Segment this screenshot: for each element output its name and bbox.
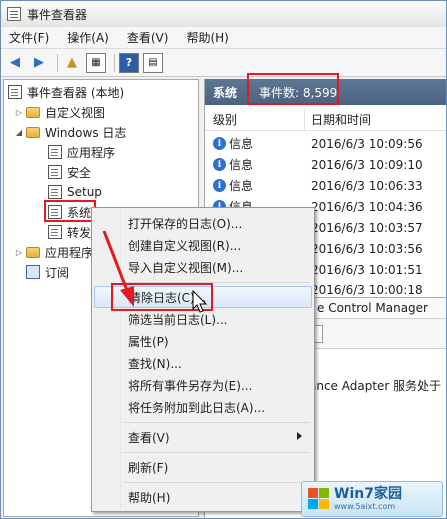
tree-item-label: 事件查看器 (本地): [27, 85, 125, 100]
tree-item-label: 安全: [67, 165, 92, 180]
folder-icon: [26, 106, 40, 118]
menu-item-save-all-events[interactable]: 将所有事件另存为(E)...: [94, 374, 312, 396]
menu-item-help[interactable]: 帮助(H): [94, 486, 312, 508]
folder-icon: [26, 126, 40, 138]
system-log-highlight: [44, 200, 96, 222]
expand-triangle-icon[interactable]: ▷: [14, 248, 24, 257]
event-count-highlight: [247, 73, 339, 105]
menu-separator: [124, 482, 310, 483]
event-datetime: 2016/6/3 10:00:18: [311, 282, 423, 297]
panel-title: 系统: [213, 85, 238, 100]
event-level: 信息: [229, 137, 254, 151]
help-icon[interactable]: ?: [119, 52, 139, 73]
tree-item-custom-views[interactable]: ▷ 自定义视图: [14, 102, 105, 122]
context-menu: 打开保存的日志(O)... 创建自定义视图(R)... 导入自定义视图(M)..…: [91, 207, 315, 512]
expand-triangle-icon[interactable]: ▷: [14, 108, 24, 117]
subscriptions-icon: [26, 265, 40, 279]
tree-item-label: 自定义视图: [45, 105, 106, 120]
event-description: ance Adapter 服务处于: [309, 379, 442, 393]
event-source: e Control Manager: [317, 301, 428, 315]
menu-item-refresh[interactable]: 刷新(F): [94, 456, 312, 478]
window-title: 事件查看器: [27, 7, 88, 22]
watermark-text: Win7家园 www.5aixt.com: [334, 485, 402, 512]
windows-logo-icon: [308, 488, 330, 510]
tree-item-subscriptions[interactable]: 订阅: [26, 262, 69, 282]
tree-item-label: 转发: [67, 225, 92, 240]
event-level: 信息: [229, 158, 254, 172]
log-icon: [48, 165, 62, 179]
watermark-url: www.5aixt.com: [334, 501, 396, 511]
column-datetime[interactable]: 日期和时间: [305, 111, 371, 128]
menu-item-view[interactable]: 查看(V): [94, 426, 312, 448]
show-action-pane-icon[interactable]: ▤: [143, 52, 163, 73]
menu-item-find[interactable]: 查找(N)...: [94, 352, 312, 374]
menu-item-open-saved-log[interactable]: 打开保存的日志(O)...: [94, 212, 312, 234]
info-icon: i: [213, 158, 226, 171]
menu-item-create-custom-view[interactable]: 创建自定义视图(R)...: [94, 234, 312, 256]
menu-item-import-custom-view[interactable]: 导入自定义视图(M)...: [94, 256, 312, 278]
menu-separator: [124, 452, 310, 453]
event-viewer-icon: [8, 85, 22, 99]
clear-log-highlight: [111, 283, 213, 311]
menu-item-label: 查看(V): [128, 430, 170, 445]
info-icon: i: [213, 137, 226, 150]
event-datetime: 2016/6/3 10:09:10: [311, 157, 423, 172]
menu-file[interactable]: 文件(F): [9, 29, 49, 46]
watermark-title: Win7家园: [334, 485, 402, 502]
event-datetime: 2016/6/3 10:03:56: [311, 241, 423, 256]
submenu-arrow-icon: [297, 432, 302, 440]
tree-item-label: 订阅: [45, 265, 70, 280]
collapse-triangle-icon[interactable]: ◢: [14, 128, 24, 137]
menu-item-properties[interactable]: 属性(P): [94, 330, 312, 352]
menu-view[interactable]: 查看(V): [127, 29, 169, 46]
info-icon: i: [213, 179, 226, 192]
column-level[interactable]: 级别: [205, 108, 305, 131]
back-arrow-icon[interactable]: ◀: [5, 53, 25, 73]
tree-item-root[interactable]: 事件查看器 (本地): [8, 82, 124, 102]
menu-help[interactable]: 帮助(H): [186, 29, 228, 46]
menu-item-filter-log[interactable]: 筛选当前日志(L)...: [94, 308, 312, 330]
log-icon: [48, 225, 62, 239]
event-level: 信息: [229, 179, 254, 193]
toolbar: ◀ ▶ ▲ ▦ ? ▤: [1, 49, 446, 77]
menu-separator: [124, 422, 310, 423]
event-viewer-app-icon: [7, 7, 21, 21]
menu-bar: 文件(F) 操作(A) 查看(V) 帮助(H): [1, 27, 446, 49]
tree-item-setup[interactable]: Setup: [48, 182, 102, 202]
table-row[interactable]: i 信息 2016/6/3 10:06:33: [205, 175, 446, 196]
log-icon: [48, 185, 62, 199]
tree-item-label: 应用程序: [45, 245, 94, 260]
up-folder-icon[interactable]: ▲: [62, 53, 82, 73]
folder-icon: [26, 246, 40, 258]
table-row[interactable]: i 信息 2016/6/3 10:09:56: [205, 133, 446, 154]
event-datetime: 2016/6/3 10:01:51: [311, 262, 423, 277]
tree-item-label: Windows 日志: [45, 125, 127, 140]
event-datetime: 2016/6/3 10:03:57: [311, 220, 423, 235]
event-datetime: 2016/6/3 10:04:36: [311, 199, 423, 214]
forward-arrow-icon[interactable]: ▶: [29, 53, 49, 73]
tree-item-forwarded[interactable]: 转发: [48, 222, 91, 242]
watermark: Win7家园 www.5aixt.com: [301, 481, 443, 517]
toolbar-separator: [114, 53, 115, 72]
tree-item-application[interactable]: 应用程序: [48, 142, 115, 162]
tree-item-app-services-logs[interactable]: ▷ 应用程序: [14, 242, 93, 262]
menu-action[interactable]: 操作(A): [67, 29, 109, 46]
tree-item-label: 应用程序: [67, 145, 116, 160]
tree-item-windows-logs[interactable]: ◢ Windows 日志: [14, 122, 126, 142]
log-icon: [48, 145, 62, 159]
show-tree-icon[interactable]: ▦: [86, 52, 106, 73]
event-datetime: 2016/6/3 10:06:33: [311, 178, 423, 193]
tree-item-label: Setup: [67, 185, 102, 199]
column-headers: 级别 日期和时间: [205, 108, 446, 131]
event-viewer-window: 事件查看器 文件(F) 操作(A) 查看(V) 帮助(H) ◀ ▶ ▲ ▦ ? …: [0, 0, 447, 519]
table-row[interactable]: i 信息 2016/6/3 10:09:10: [205, 154, 446, 175]
menu-item-attach-task[interactable]: 将任务附加到此日志(A)...: [94, 396, 312, 418]
title-bar[interactable]: 事件查看器: [1, 1, 446, 27]
event-datetime: 2016/6/3 10:09:56: [311, 136, 423, 151]
tree-item-security[interactable]: 安全: [48, 162, 91, 182]
toolbar-separator: [57, 53, 58, 72]
